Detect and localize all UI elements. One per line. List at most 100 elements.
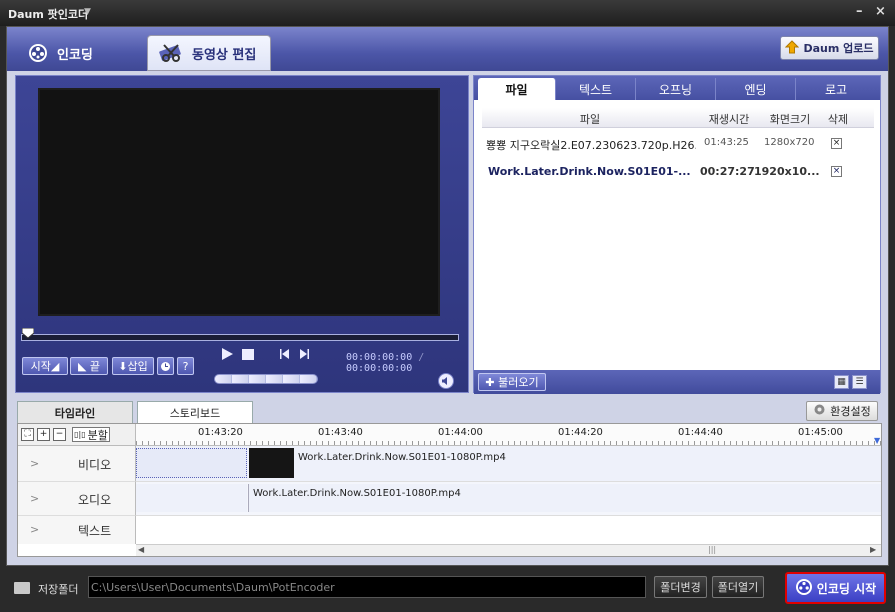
settings-button[interactable]: 환경설정	[806, 401, 878, 421]
expand-chevron-icon[interactable]: >	[30, 523, 39, 536]
video-lane[interactable]: Work.Later.Drink.Now.S01E01-1080P.mp4	[136, 446, 881, 482]
tab-timeline[interactable]: 타임라인	[17, 401, 133, 423]
minimize-button[interactable]: –	[856, 4, 863, 19]
track-label: 비디오	[78, 458, 112, 472]
track-video[interactable]: > 비디오	[18, 446, 136, 482]
insert-button[interactable]: ⬇삽입	[112, 357, 154, 375]
playhead-marker-icon[interactable]: ▼	[874, 436, 880, 445]
delete-file-button[interactable]: ×	[831, 166, 842, 177]
file-row[interactable]: Work.Later.Drink.Now.S01E01-... 00:27:27…	[482, 158, 874, 184]
split-label: 분할	[87, 428, 108, 442]
previous-frame-icon[interactable]	[279, 348, 291, 363]
track-text[interactable]: > 텍스트	[18, 516, 136, 544]
close-button[interactable]: ×	[875, 4, 886, 19]
split-button[interactable]: ▯|▯ 분할	[72, 427, 110, 442]
scroll-grip[interactable]: |||	[708, 545, 716, 554]
gear-icon	[813, 403, 826, 419]
horizontal-scrollbar[interactable]: ◀ ||| ▶	[136, 544, 881, 556]
timecode-display: 00:00:00:00 / 00:00:00:00	[346, 352, 468, 374]
ruler-label: 01:43:20	[198, 427, 243, 438]
delete-file-button[interactable]: ×	[831, 138, 842, 149]
tab-encoding[interactable]: 인코딩	[13, 35, 141, 71]
audio-lane[interactable]: Work.Later.Drink.Now.S01E01-1080P.mp4	[136, 482, 881, 516]
header-file[interactable]: 파일	[482, 111, 698, 127]
tab-logo[interactable]: 로고	[796, 78, 876, 100]
video-clip-label[interactable]: Work.Later.Drink.Now.S01E01-1080P.mp4	[298, 452, 506, 463]
file-duration: 01:43:25	[704, 137, 749, 148]
speaker-icon[interactable]	[438, 373, 454, 389]
header-resolution[interactable]: 화면크기	[760, 111, 820, 127]
tab-opening[interactable]: 오프닝	[636, 78, 716, 100]
start-encoding-button[interactable]: 인코딩 시작	[785, 572, 886, 604]
video-screen	[38, 88, 440, 316]
footer-bar: 저장폴더 C:\Users\User\Documents\Daum\PotEnc…	[0, 566, 895, 612]
tab-encoding-label: 인코딩	[57, 47, 93, 63]
load-file-button[interactable]: ✚ 불러오기	[478, 373, 546, 391]
total-time: 00:00:00:00	[346, 363, 413, 374]
seek-bar[interactable]	[21, 334, 459, 341]
ruler-label: 01:44:20	[558, 427, 603, 438]
video-thumbnail	[249, 448, 294, 478]
daum-upload-button[interactable]: Daum 업로드	[780, 36, 879, 60]
track-audio[interactable]: > 오디오	[18, 482, 136, 516]
stop-icon[interactable]	[242, 349, 254, 360]
audio-clip[interactable]: Work.Later.Drink.Now.S01E01-1080P.mp4	[248, 484, 881, 512]
video-clip-prev[interactable]	[136, 448, 247, 478]
audio-clip-prev[interactable]	[136, 484, 247, 512]
set-end-button[interactable]: ◣ 끝	[70, 357, 108, 375]
video-preview-panel: 시작◢ ◣ 끝 ⬇삽입 ? 00:00:00:00 / 00:00:00:00	[15, 75, 469, 393]
window-title: Daum 팟인코더	[8, 8, 89, 21]
tab-file[interactable]: 파일	[478, 78, 556, 100]
fit-to-window-icon[interactable]: ⛶	[21, 428, 34, 441]
header-delete[interactable]: 삭제	[822, 111, 854, 127]
ruler-label: 01:44:00	[438, 427, 483, 438]
scroll-right-icon[interactable]: ▶	[870, 545, 876, 554]
save-folder-label: 저장폴더	[38, 583, 79, 596]
clock-icon[interactable]	[157, 357, 174, 375]
folder-icon	[14, 582, 30, 594]
list-view-icon[interactable]: ☰	[852, 375, 867, 389]
file-panel: 파일 텍스트 오프닝 엔딩 로고 파일 재생시간 화면크기 삭제 뿅뿅 지구오락…	[473, 75, 881, 394]
file-panel-footer: ✚ 불러오기 ▦ ☰	[474, 370, 880, 394]
zoom-out-icon[interactable]: −	[53, 428, 66, 441]
film-reel-icon	[795, 578, 813, 599]
ruler-label: 01:45:00	[798, 427, 843, 438]
timeline-panel: ⛶ + − ▯|▯ 분할 01:43:20 01:43:40 01:44:00 …	[17, 423, 882, 557]
expand-chevron-icon[interactable]: >	[30, 457, 39, 470]
timeline-tab-bar: 타임라인 스토리보드 환경설정	[7, 399, 888, 423]
title-dropdown-icon[interactable]: ▼	[84, 7, 91, 17]
open-folder-button[interactable]: 폴더열기	[712, 576, 764, 598]
save-folder-path[interactable]: C:\Users\User\Documents\Daum\PotEncoder	[88, 576, 646, 598]
scroll-left-icon[interactable]: ◀	[138, 545, 144, 554]
tab-text[interactable]: 텍스트	[556, 78, 636, 100]
text-lane[interactable]	[136, 516, 881, 544]
tab-ending[interactable]: 엔딩	[716, 78, 796, 100]
daum-upload-label: Daum 업로드	[803, 42, 874, 55]
film-reel-icon	[23, 42, 49, 64]
tab-video-edit-label: 동영상 편집	[192, 47, 257, 63]
file-row[interactable]: 뿅뿅 지구오락실2.E07.230623.720p.H26.. 01:43:25…	[482, 130, 874, 156]
time-separator: /	[418, 352, 425, 363]
play-icon[interactable]	[220, 347, 234, 364]
next-frame-icon[interactable]	[298, 348, 310, 363]
change-folder-button[interactable]: 폴더변경	[654, 576, 707, 598]
expand-chevron-icon[interactable]: >	[30, 492, 39, 505]
tab-storyboard[interactable]: 스토리보드	[137, 401, 253, 423]
ruler-label: 01:44:40	[678, 427, 723, 438]
timeline-toolbar: ⛶ + − ▯|▯ 분할	[18, 424, 136, 446]
header-duration[interactable]: 재생시간	[700, 111, 758, 127]
file-name: 뿅뿅 지구오락실2.E07.230623.720p.H26..	[486, 139, 696, 152]
seek-thumb-icon[interactable]	[21, 327, 35, 340]
set-start-button[interactable]: 시작◢	[22, 357, 68, 375]
help-button[interactable]: ?	[177, 357, 194, 375]
file-name: Work.Later.Drink.Now.S01E01-...	[488, 165, 691, 178]
zoom-in-icon[interactable]: +	[37, 428, 50, 441]
main-tab-bar: 인코딩 동영상 편집 Daum 업로드	[7, 27, 888, 71]
volume-slider[interactable]	[214, 374, 318, 384]
main-frame: 인코딩 동영상 편집 Daum 업로드 시작◢ ◣ 끝 ⬇삽입 ? 00:00:…	[6, 26, 889, 566]
title-bar: Daum 팟인코더 ▼ – ×	[0, 0, 895, 26]
file-list-header: 파일 재생시간 화면크기 삭제	[482, 108, 874, 128]
time-ruler[interactable]: 01:43:20 01:43:40 01:44:00 01:44:20 01:4…	[136, 424, 881, 446]
tab-video-edit[interactable]: 동영상 편집	[147, 35, 271, 71]
grid-view-icon[interactable]: ▦	[834, 375, 849, 389]
